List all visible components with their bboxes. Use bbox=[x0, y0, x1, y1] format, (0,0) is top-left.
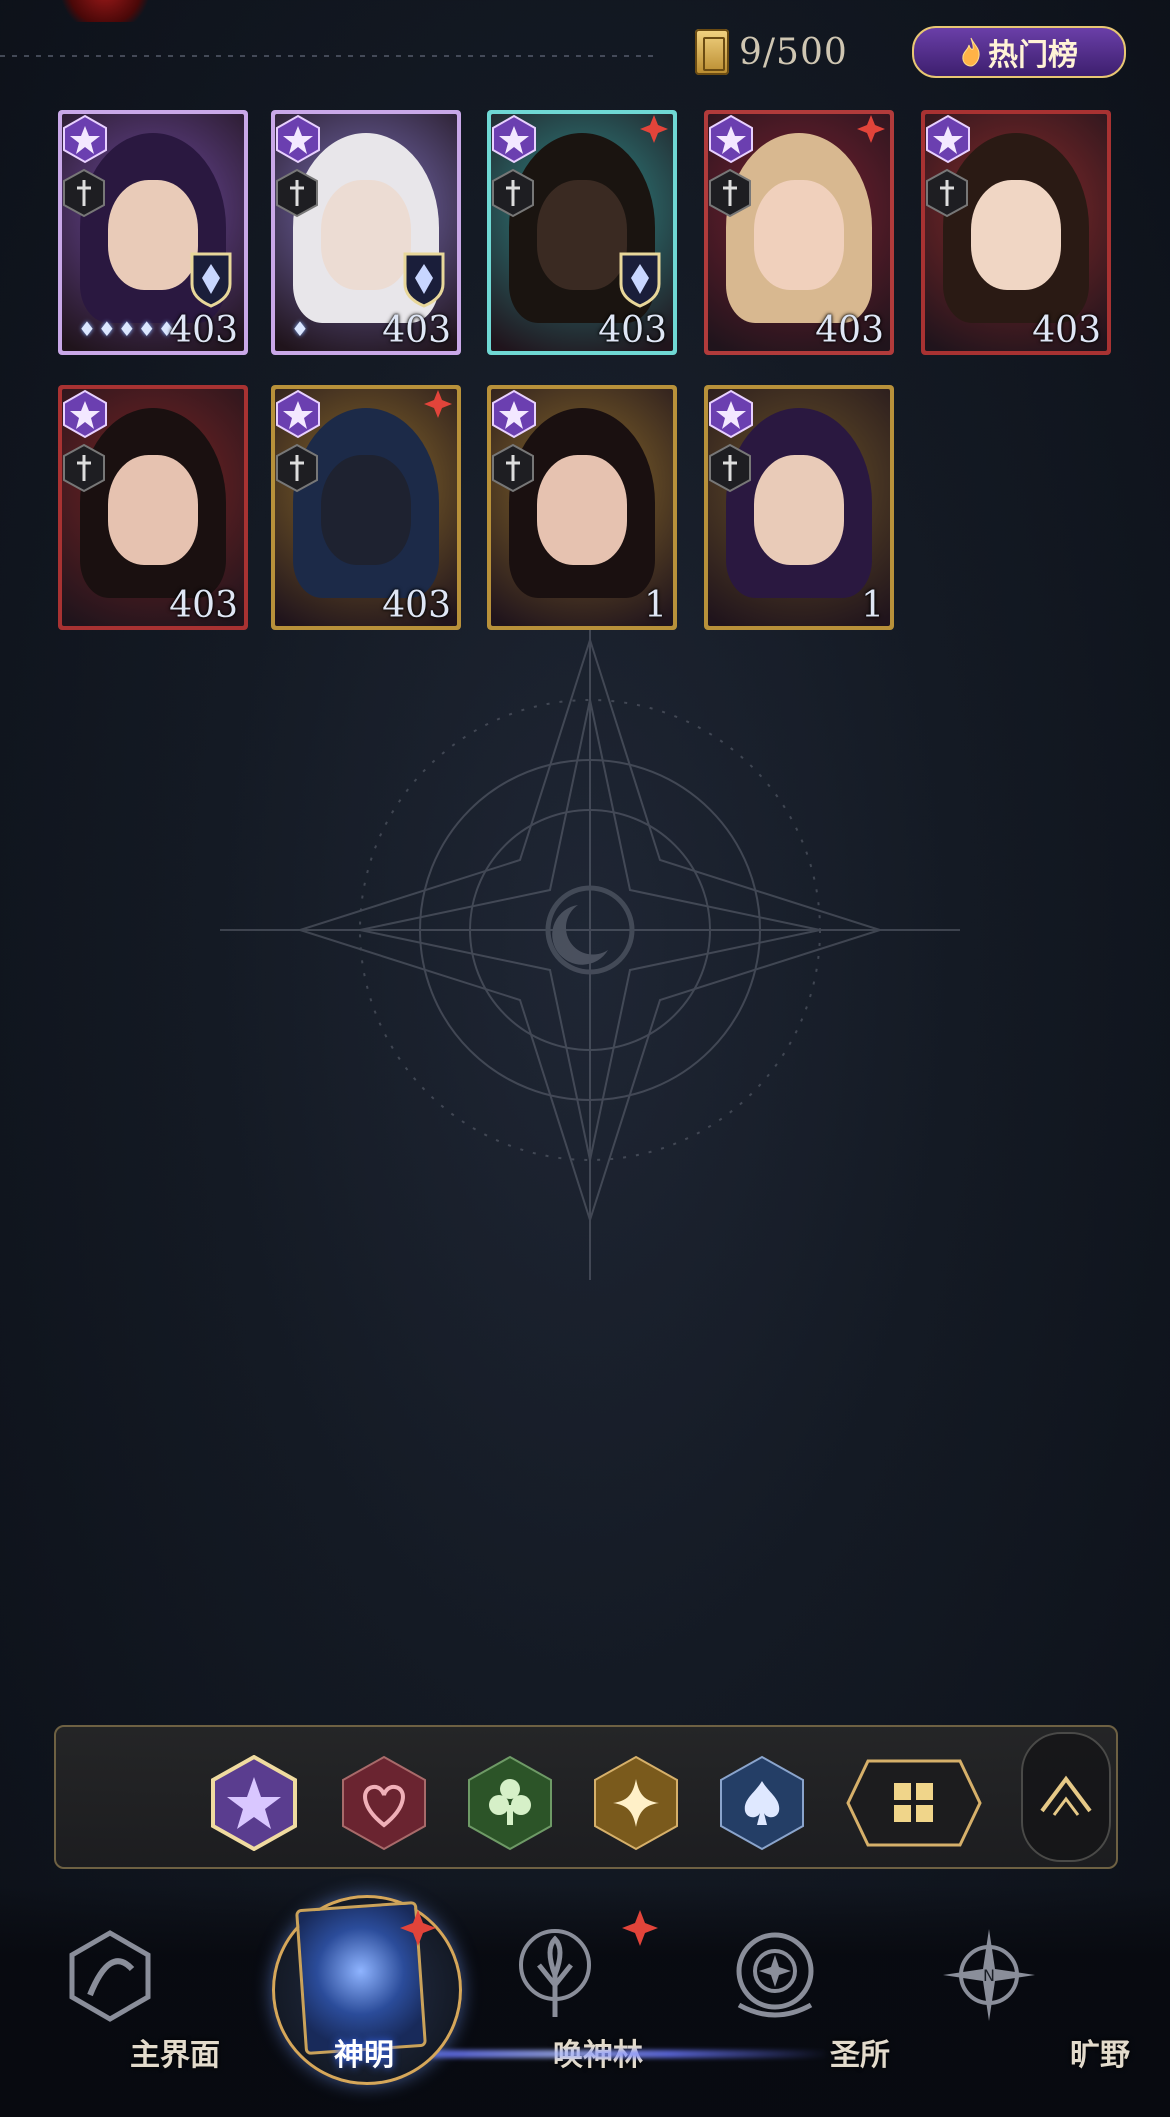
ice-crest-icon bbox=[403, 252, 445, 308]
new-alert-icon bbox=[857, 115, 885, 143]
class-icon bbox=[492, 168, 534, 218]
hero-card[interactable]: ♦ 403 bbox=[271, 110, 461, 355]
svg-text:N: N bbox=[983, 1966, 995, 1985]
star-rarity-icon bbox=[276, 114, 320, 164]
class-icon bbox=[492, 443, 534, 493]
card-count: 9/500 bbox=[695, 24, 848, 80]
hero-level: 403 bbox=[169, 310, 238, 351]
hero-level: 403 bbox=[382, 310, 451, 351]
awakening-stars: ♦♦♦♦♦ bbox=[78, 317, 178, 341]
card-count-text: 9/500 bbox=[739, 31, 848, 73]
hero-level: 1 bbox=[861, 585, 884, 626]
diamond-filter-button[interactable] bbox=[593, 1755, 679, 1851]
bottom-nav: 主界面 唤神林 圣所 N 旷野 bbox=[0, 1885, 1170, 2117]
hero-level: 403 bbox=[169, 585, 238, 626]
nav-main-world-label: 主界面 bbox=[130, 2038, 220, 2073]
hero-card[interactable]: 1 bbox=[487, 385, 677, 630]
hero-card[interactable]: 403 bbox=[704, 110, 894, 355]
hero-level: 403 bbox=[382, 585, 451, 626]
shield-icon bbox=[619, 252, 661, 308]
class-icon bbox=[709, 168, 751, 218]
hero-level: 403 bbox=[598, 310, 667, 351]
star-rarity-icon bbox=[709, 389, 753, 439]
main-world-icon bbox=[60, 1925, 160, 2025]
top-bar: 9/500 热门榜 bbox=[0, 0, 1170, 100]
hero-card[interactable]: ♦♦♦♦♦ 403 bbox=[58, 110, 248, 355]
hero-card[interactable]: 403 bbox=[921, 110, 1111, 355]
sanctuary-icon bbox=[725, 1925, 825, 2025]
hot-ranking-button[interactable]: 热门榜 bbox=[912, 26, 1126, 78]
hero-level: 403 bbox=[1032, 310, 1101, 351]
star-rarity-icon bbox=[492, 389, 536, 439]
chevron-up-icon bbox=[1040, 1775, 1092, 1816]
hero-card[interactable]: 403 bbox=[58, 385, 248, 630]
class-icon bbox=[63, 443, 105, 493]
new-alert-icon bbox=[640, 115, 668, 143]
flame-icon bbox=[960, 37, 982, 67]
suit-filter-bar bbox=[54, 1725, 1118, 1869]
spade-filter-button[interactable] bbox=[719, 1755, 805, 1851]
class-icon bbox=[63, 168, 105, 218]
club-filter-button[interactable] bbox=[467, 1755, 553, 1851]
star-rarity-icon bbox=[63, 114, 107, 164]
class-icon bbox=[926, 168, 968, 218]
gods-alert-icon bbox=[400, 1910, 436, 1946]
nav-gods-label: 神明 bbox=[334, 2038, 394, 2073]
star-rarity-icon bbox=[926, 114, 970, 164]
card-icon bbox=[695, 29, 729, 75]
class-icon bbox=[709, 443, 751, 493]
all-filter-button[interactable] bbox=[844, 1755, 984, 1851]
star-rarity-icon bbox=[492, 114, 536, 164]
collapse-button[interactable] bbox=[1021, 1732, 1111, 1862]
background-sigil bbox=[220, 620, 960, 1280]
compass-icon: N bbox=[939, 1925, 1039, 2025]
ice-crest-icon bbox=[190, 252, 232, 308]
nav-main-world[interactable]: 主界面 bbox=[60, 1925, 260, 2075]
hot-ranking-label: 热门榜 bbox=[988, 38, 1078, 73]
star-rarity-icon bbox=[276, 389, 320, 439]
class-icon bbox=[276, 168, 318, 218]
star-filter-button[interactable] bbox=[211, 1755, 297, 1851]
summon-alert-icon bbox=[622, 1910, 658, 1946]
hero-level: 403 bbox=[815, 310, 884, 351]
nav-wilderness-label: 旷野 bbox=[1070, 2038, 1130, 2073]
hero-card[interactable]: 403 bbox=[487, 110, 677, 355]
divider bbox=[0, 55, 660, 57]
star-rarity-icon bbox=[709, 114, 753, 164]
nav-wilderness[interactable]: N 旷野 bbox=[940, 1925, 1140, 2075]
heart-filter-button[interactable] bbox=[341, 1755, 427, 1851]
new-alert-icon bbox=[424, 390, 452, 418]
awakening-stars: ♦ bbox=[291, 317, 311, 341]
hero-card[interactable]: 1 bbox=[704, 385, 894, 630]
class-icon bbox=[276, 443, 318, 493]
star-rarity-icon bbox=[63, 389, 107, 439]
summon-forest-icon bbox=[505, 1925, 605, 2025]
hero-card[interactable]: 403 bbox=[271, 385, 461, 630]
game-logo bbox=[55, 0, 155, 22]
hero-level: 1 bbox=[644, 585, 667, 626]
